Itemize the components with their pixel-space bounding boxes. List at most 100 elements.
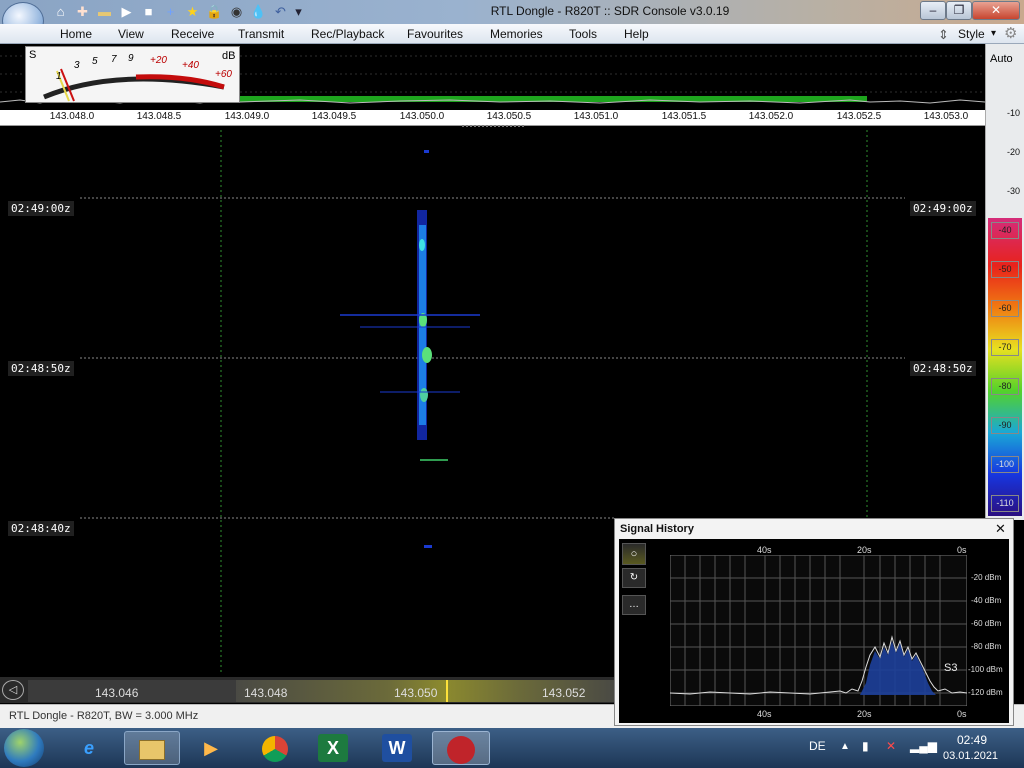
tray-expand-icon[interactable]: ▲ [840, 741, 850, 752]
time-label-bottom: 0s [957, 709, 967, 719]
signal-history-window[interactable]: Signal History ✕ ○ ↻ … 40s 20s 0s 40s 20… [614, 518, 1014, 726]
reset-button[interactable]: ↻ [622, 568, 646, 588]
dbm-label: -40 dBm [971, 596, 1002, 605]
record-button[interactable]: ○ [622, 543, 646, 565]
db-chip: -70 [991, 339, 1019, 356]
menu-help[interactable]: Help [624, 27, 649, 41]
freq-tick: 143.053.0 [923, 111, 969, 122]
help-icon[interactable]: ✚ [74, 3, 91, 20]
waterfall-time-label: 02:49:00z [910, 201, 976, 216]
clock-date[interactable]: 03.01.2021 [943, 750, 998, 762]
close-button[interactable]: ✕ [972, 1, 1020, 20]
s-meter-s-label: S [29, 49, 37, 61]
signal-history-close-button[interactable]: ✕ [995, 521, 1006, 537]
drop-icon[interactable]: 💧 [250, 3, 267, 20]
db-chip: -40 [991, 222, 1019, 239]
star-icon[interactable]: ★ [184, 3, 201, 20]
s-meter-scale-plus60: +60 [215, 69, 232, 80]
word-icon[interactable]: W [382, 734, 412, 762]
dbm-label: -120 dBm [968, 688, 1003, 697]
updown-icon[interactable]: ⇕ [938, 27, 949, 43]
freq-tick: 143.051.0 [573, 111, 619, 122]
status-text: RTL Dongle - R820T, BW = 3.000 MHz [9, 710, 199, 722]
time-label-bottom: 40s [757, 709, 772, 719]
freq-tick: 143.048.0 [49, 111, 95, 122]
style-menu[interactable]: Style [958, 27, 985, 41]
tuning-marker[interactable] [446, 680, 448, 702]
internet-explorer-icon[interactable]: e [70, 731, 108, 765]
dbm-label: -20 dBm [971, 573, 1002, 582]
menu-view[interactable]: View [118, 27, 144, 41]
dbm-label: -80 dBm [971, 642, 1002, 651]
freq-tick: 143.049.5 [311, 111, 357, 122]
band-freq-label: 143.050 [394, 686, 438, 700]
s-meter-scale-7: 7 [111, 54, 117, 65]
freq-tick: 143.049.0 [224, 111, 270, 122]
time-label-top: 0s [957, 545, 967, 555]
freq-tick: 143.050.5 [486, 111, 532, 122]
style-dropdown-icon[interactable]: ▾ [991, 28, 996, 39]
device-tray-icon[interactable]: ▮ [862, 739, 869, 753]
menu-home[interactable]: Home [60, 27, 92, 41]
menu-tools[interactable]: Tools [569, 27, 597, 41]
menu-rec-playback[interactable]: Rec/Playback [311, 27, 384, 41]
home-icon[interactable]: ⌂ [52, 3, 69, 20]
menu-receive[interactable]: Receive [171, 27, 214, 41]
db-chip: -100 [991, 456, 1019, 473]
db-chip: -80 [991, 378, 1019, 395]
start-orb-icon[interactable] [4, 729, 44, 767]
maximize-button[interactable]: ❐ [946, 1, 972, 20]
info-icon[interactable]: + [162, 3, 179, 20]
band-freq-label: 143.048 [244, 686, 288, 700]
excel-icon[interactable]: X [318, 734, 348, 762]
more-options-button[interactable]: … [622, 595, 646, 615]
band-freq-label: 143.052 [542, 686, 586, 700]
time-label-top: 20s [857, 545, 872, 555]
quick-access-more-icon[interactable]: ▾ [290, 3, 307, 20]
splitter-handle[interactable] [462, 125, 524, 128]
stop-icon[interactable]: ■ [140, 3, 157, 20]
waterfall-time-label: 02:48:50z [8, 361, 74, 376]
file-explorer-icon[interactable] [124, 731, 180, 765]
rewind-button[interactable]: ◁ [2, 680, 24, 700]
db-scale-label: -10 [1006, 108, 1020, 118]
menu-favourites[interactable]: Favourites [407, 27, 463, 41]
db-scale-label: -20 [1006, 147, 1020, 157]
s-meter-scale-plus20: +20 [150, 55, 167, 66]
camera-icon[interactable]: ◉ [228, 3, 245, 20]
folder-icon[interactable]: ▬ [96, 3, 113, 20]
lock-icon[interactable]: 🔒 [206, 3, 223, 20]
auto-scale-button[interactable]: Auto [990, 53, 1013, 65]
media-player-icon[interactable]: ▶ [192, 731, 230, 765]
play-icon[interactable]: ▶ [118, 3, 135, 20]
window-title: RTL Dongle - R820T :: SDR Console v3.0.1… [490, 4, 730, 18]
chrome-icon[interactable] [256, 731, 294, 765]
freq-tick: 143.050.0 [399, 111, 445, 122]
freq-tick: 143.051.5 [661, 111, 707, 122]
dbm-label: -60 dBm [971, 619, 1002, 628]
gear-icon[interactable]: ⚙ [1004, 24, 1017, 42]
s-meter-scale-5: 5 [92, 56, 98, 67]
db-chip: -50 [991, 261, 1019, 278]
freq-tick: 143.048.5 [136, 111, 182, 122]
waterfall-time-label: 02:48:40z [8, 521, 74, 536]
signal-strength-icon[interactable]: ▂▄▆ [910, 739, 937, 753]
undo-icon[interactable]: ↶ [272, 3, 289, 20]
sdr-console-taskbar-icon[interactable] [432, 731, 490, 765]
db-scale-label: -30 [1006, 186, 1020, 196]
s-meter-db-label: dB [222, 50, 236, 62]
signal-history-panel: ○ ↻ … 40s 20s 0s 40s 20s 0s -20 dBm -40 … [619, 539, 1009, 723]
freq-tick: 143.052.0 [748, 111, 794, 122]
s-meter-scale-9: 9 [128, 53, 134, 64]
network-error-icon[interactable]: ✕ [886, 739, 896, 753]
language-indicator[interactable]: DE [809, 739, 826, 753]
s-meter: S dB 1 3 5 7 9 +20 +40 +60 [25, 46, 240, 103]
clock-time[interactable]: 02:49 [957, 733, 987, 747]
minimize-button[interactable]: – [920, 1, 946, 20]
db-chip: -60 [991, 300, 1019, 317]
menu-transmit[interactable]: Transmit [238, 27, 284, 41]
waterfall-time-label: 02:49:00z [8, 201, 74, 216]
menu-memories[interactable]: Memories [490, 27, 543, 41]
time-label-top: 40s [757, 545, 772, 555]
s-meter-scale-3: 3 [74, 60, 80, 71]
